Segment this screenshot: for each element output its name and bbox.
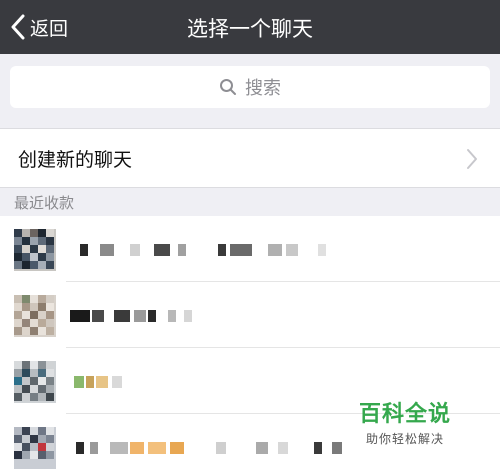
contact-name [70,310,350,324]
avatar [14,295,56,337]
watermark-brand: 百科全说 [358,402,451,427]
page-title: 选择一个聊天 [187,17,313,41]
section-header: 最近收款 [0,188,500,216]
search-icon [220,79,236,95]
search-placeholder: 搜索 [245,78,281,99]
avatar [14,229,56,271]
chevron-left-icon [11,14,25,40]
search-area: 搜索 [0,54,500,120]
contact-name [70,376,350,390]
contact-item[interactable] [0,282,500,348]
navigation-bar: 返回 选择一个聊天 [0,0,500,54]
create-new-chat-item[interactable]: 创建新的聊天 [0,128,500,188]
avatar [14,361,56,403]
section-label: 最近收款 [14,194,75,212]
watermark-subtitle: 助你轻松解决 [365,432,444,446]
search-input[interactable]: 搜索 [10,66,490,108]
create-new-chat-label: 创建新的聊天 [18,148,133,171]
watermark: 百科全说 助你轻松解决 [340,396,470,447]
contact-item[interactable] [0,216,500,282]
contact-name [70,442,350,456]
chevron-right-icon [467,149,477,169]
back-button[interactable]: 返回 [10,12,68,42]
avatar [14,427,56,469]
contact-name [70,244,350,258]
back-label: 返回 [30,17,69,40]
